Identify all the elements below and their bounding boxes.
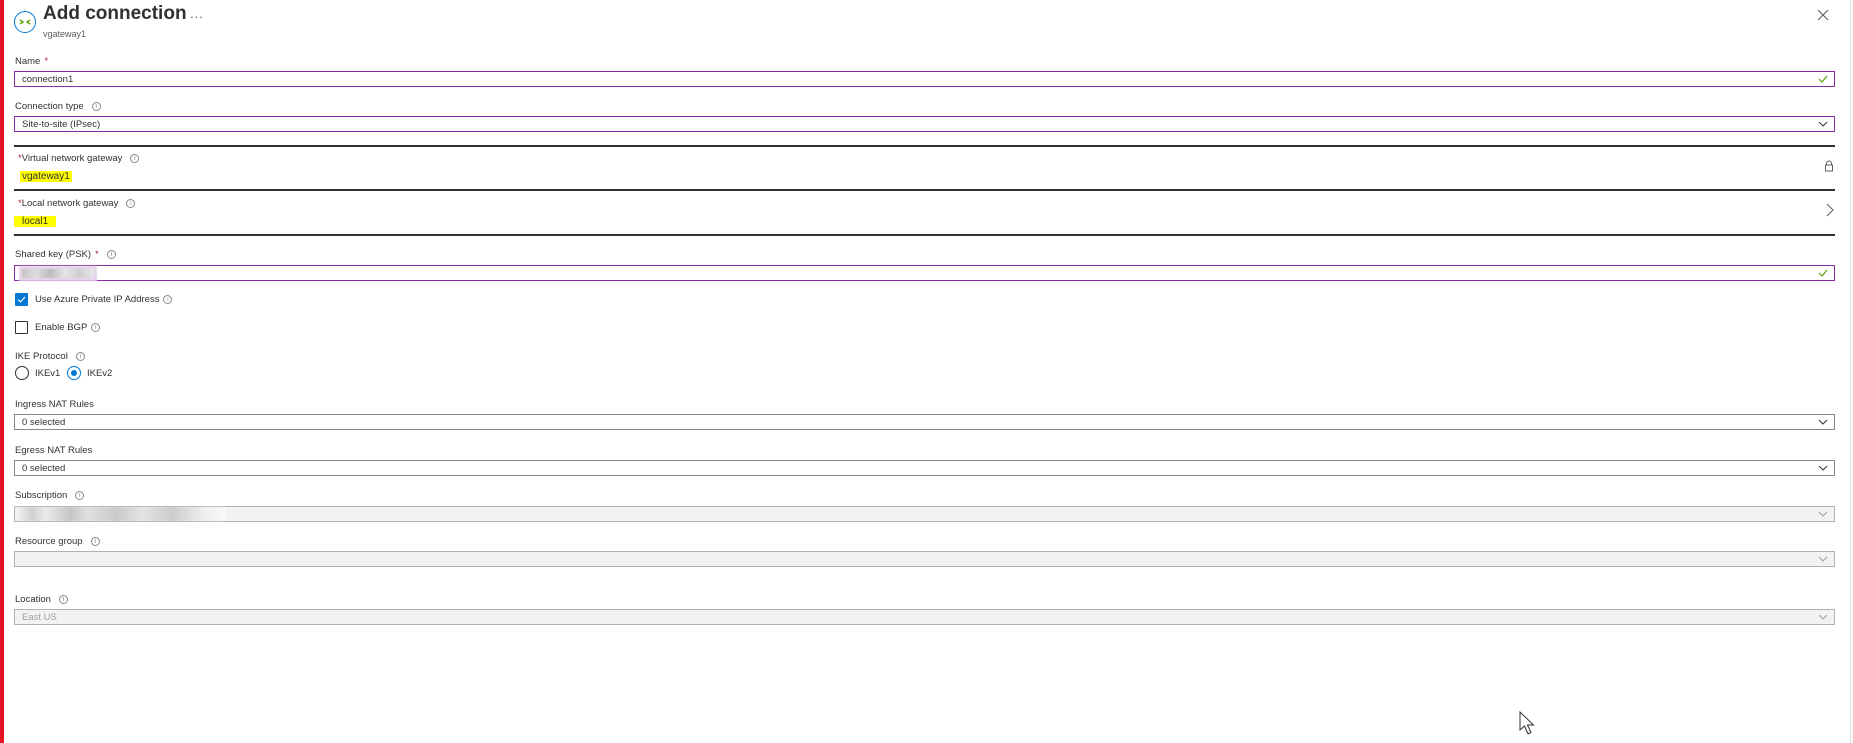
close-button[interactable] (1816, 8, 1832, 24)
local-network-gateway-label: *Local network gateway i (18, 198, 136, 209)
egress-nat-select[interactable]: 0 selected (14, 460, 1835, 476)
shared-key-input[interactable] (14, 265, 1835, 281)
ikev2-radio[interactable] (67, 366, 81, 380)
more-options-button[interactable]: ... (190, 6, 204, 21)
connection-type-label-text: Connection type (15, 101, 84, 112)
page-subtitle: vgateway1 (43, 29, 87, 39)
ingress-nat-label: Ingress NAT Rules (15, 399, 94, 410)
shared-key-label-text: Shared key (PSK) (15, 249, 92, 260)
ingress-nat-label-text: Ingress NAT Rules (15, 399, 94, 410)
egress-nat-value: 0 selected (22, 462, 66, 474)
close-icon (1817, 9, 1829, 21)
required-marker: * (44, 56, 49, 67)
info-icon[interactable]: i (58, 595, 68, 604)
divider (14, 189, 1835, 191)
info-icon[interactable]: i (91, 102, 101, 111)
virtual-network-gateway-label: *Virtual network gateway i (18, 153, 140, 164)
divider (14, 145, 1835, 147)
mouse-cursor-icon (1519, 710, 1537, 742)
info-icon[interactable]: i (130, 154, 140, 163)
ike-protocol-label-text: IKE Protocol (15, 351, 68, 362)
info-icon[interactable]: i (106, 250, 116, 259)
virtual-network-gateway-value: vgateway1 (20, 171, 72, 182)
resource-group-label-text: Resource group (15, 536, 83, 547)
ingress-nat-value: 0 selected (22, 416, 66, 428)
check-icon (1818, 269, 1828, 277)
required-marker: * (95, 249, 99, 260)
local-network-gateway-label-text: Local network gateway (21, 198, 119, 209)
local-network-gateway-value[interactable]: local1 (14, 216, 57, 227)
radio-dot (71, 370, 77, 376)
name-input-value: connection1 (22, 73, 74, 85)
left-accent-bar (0, 0, 4, 743)
info-icon[interactable]: i (75, 491, 85, 500)
subscription-label-text: Subscription (15, 490, 68, 501)
virtual-network-gateway-label-text: Virtual network gateway (21, 153, 123, 164)
location-label: Location i (15, 594, 68, 605)
page-title: Add connection (43, 3, 187, 24)
lock-icon (1824, 159, 1834, 177)
info-icon[interactable]: i (163, 295, 173, 304)
ikev1-label: IKEv1 (35, 368, 61, 379)
ingress-nat-select[interactable]: 0 selected (14, 414, 1835, 430)
enable-bgp-label: Enable BGP i (35, 322, 101, 333)
ikev1-radio[interactable] (15, 366, 29, 380)
use-private-ip-label-text: Use Azure Private IP Address (35, 294, 160, 305)
location-select: East US (14, 609, 1835, 625)
connection-icon (14, 11, 36, 33)
info-icon[interactable]: i (90, 537, 100, 546)
info-icon[interactable]: i (91, 323, 101, 332)
subscription-select (14, 506, 1835, 522)
chevron-right-icon[interactable] (1826, 203, 1834, 222)
shared-key-label: Shared key (PSK) * i (15, 249, 116, 260)
checkmark-icon (17, 296, 26, 303)
location-label-text: Location (15, 594, 51, 605)
chevron-down-icon (1818, 511, 1828, 517)
masked-key-value (22, 268, 94, 278)
check-icon (1818, 75, 1828, 83)
connection-type-label: Connection type i (15, 101, 101, 112)
connection-type-value: Site-to-site (IPsec) (22, 118, 101, 130)
connection-type-select[interactable]: Site-to-site (IPsec) (14, 116, 1835, 132)
subscription-label: Subscription i (15, 490, 85, 501)
info-icon[interactable]: i (126, 199, 136, 208)
use-private-ip-label: Use Azure Private IP Address i (35, 294, 173, 305)
egress-nat-label-text: Egress NAT Rules (15, 445, 93, 456)
ikev2-label: IKEv2 (87, 368, 113, 379)
chevron-down-icon (1818, 121, 1828, 127)
use-private-ip-checkbox[interactable] (15, 293, 28, 306)
info-icon[interactable]: i (75, 352, 85, 361)
resource-group-select (14, 551, 1835, 567)
name-label: Name * (15, 56, 48, 67)
location-value: East US (22, 611, 57, 623)
subscription-value-redacted (16, 507, 226, 521)
egress-nat-label: Egress NAT Rules (15, 445, 92, 456)
resource-group-label: Resource group i (15, 536, 100, 547)
chevron-down-icon (1818, 614, 1828, 620)
divider (14, 234, 1835, 236)
enable-bgp-label-text: Enable BGP (35, 322, 88, 333)
enable-bgp-checkbox[interactable] (15, 321, 28, 334)
ike-protocol-label: IKE Protocol i (15, 351, 85, 362)
chevron-down-icon (1818, 556, 1828, 562)
chevron-down-icon (1818, 465, 1828, 471)
name-input[interactable]: connection1 (14, 71, 1835, 87)
name-label-text: Name (15, 56, 41, 67)
chevron-down-icon (1818, 419, 1828, 425)
